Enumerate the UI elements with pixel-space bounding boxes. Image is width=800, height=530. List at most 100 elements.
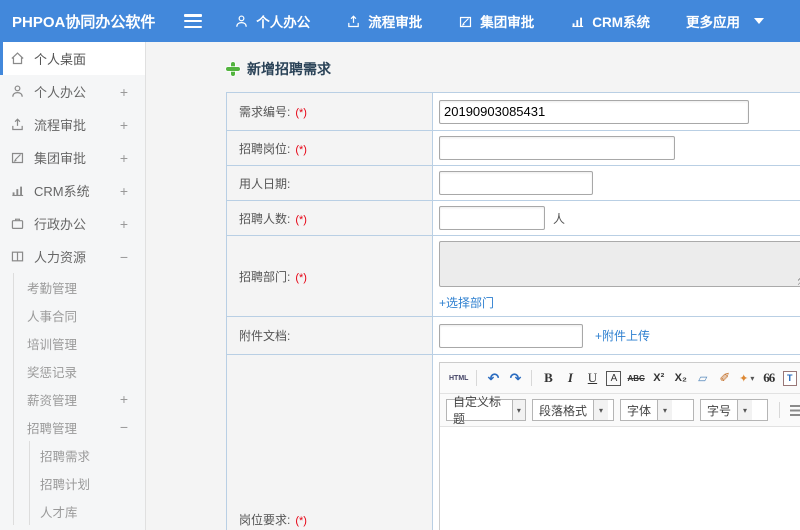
form-row-department: 招聘部门: (*) +选择部门 xyxy=(226,235,800,317)
expand-icon[interactable]: + xyxy=(120,216,128,232)
recruit-demand-form: 需求编号:(*) 招聘岗位:(*) 用人日期: 招聘人数:(*) 人 招聘部门:… xyxy=(226,92,800,530)
select-department-link[interactable]: +选择部门 xyxy=(439,296,494,310)
headcount-input[interactable] xyxy=(439,206,545,230)
paragraph-format-select[interactable]: 段落格式 ▾ xyxy=(532,399,614,421)
form-row-count: 招聘人数: (*) 人 xyxy=(226,200,800,236)
briefcase-icon xyxy=(10,216,25,231)
superscript-button[interactable]: X² xyxy=(651,369,667,387)
form-row-requirement: 岗位要求: (*) HTML ↶ ↷ B I U A ABC X² X₂ ▱ ✐… xyxy=(226,354,800,530)
hamburger-menu-icon[interactable] xyxy=(184,14,203,28)
attachment-input[interactable] xyxy=(439,323,583,348)
undo-icon[interactable]: ↶ xyxy=(485,369,501,387)
chart-icon xyxy=(570,14,585,29)
topnav-more-apps[interactable]: 更多应用 xyxy=(686,11,764,31)
app-logo: PHPOA协同办公软件 xyxy=(12,13,156,31)
hire-date-input[interactable] xyxy=(439,171,593,195)
person-icon xyxy=(234,14,249,29)
editor-toolbar-row2: 自定义标题 ▾ 段落格式 ▾ 字体 ▾ 字号 ▾ xyxy=(440,394,800,427)
demand-code-input[interactable] xyxy=(439,99,749,124)
toolbar-separator xyxy=(531,370,533,386)
required-mark: (*) xyxy=(295,515,307,527)
caret-down-icon: ▾ xyxy=(750,373,755,383)
edit-icon xyxy=(10,150,25,165)
department-textarea[interactable] xyxy=(439,241,800,287)
html-source-button[interactable]: HTML xyxy=(449,369,468,387)
form-row-attachment: 附件文档: +附件上传 xyxy=(226,316,800,355)
redo-icon[interactable]: ↷ xyxy=(507,369,523,387)
caret-down-icon: ▾ xyxy=(737,400,753,420)
app-window: PHPOA协同办公软件 个人办公 流程审批 集团审批 CRM系统 更多应用 个人… xyxy=(0,0,800,530)
collapse-icon[interactable]: − xyxy=(120,249,128,265)
sidebar-item-group-approval[interactable]: 集团审批 + xyxy=(0,141,145,174)
toolbar-separator xyxy=(779,402,780,418)
caret-down-icon xyxy=(754,18,764,24)
expand-icon[interactable]: + xyxy=(120,183,128,199)
expand-icon[interactable]: + xyxy=(120,391,128,407)
collapse-icon[interactable]: − xyxy=(120,419,128,435)
expand-icon[interactable]: + xyxy=(120,117,128,133)
format-painter-button[interactable]: ✦ ▾ xyxy=(739,369,755,387)
caret-down-icon: ▾ xyxy=(511,400,525,420)
sidebar-item-personal-desktop[interactable]: 个人桌面 xyxy=(0,42,145,75)
attachment-upload-link[interactable]: +附件上传 xyxy=(595,329,650,343)
required-mark: (*) xyxy=(295,271,307,284)
headcount-unit: 人 xyxy=(553,211,566,226)
caret-down-icon: ▾ xyxy=(593,400,609,420)
paintbrush-icon[interactable]: ✐ xyxy=(717,369,733,387)
editor-toolbar-row1: HTML ↶ ↷ B I U A ABC X² X₂ ▱ ✐ ✦ ▾ 66 T xyxy=(440,363,800,394)
sidebar-item-talent-pool[interactable]: 人才库 xyxy=(30,497,145,525)
italic-button[interactable]: I xyxy=(562,369,578,387)
caret-down-icon: ▾ xyxy=(657,400,673,420)
subscript-button[interactable]: X₂ xyxy=(673,369,689,387)
align-left-icon[interactable] xyxy=(790,404,800,416)
topnav-personal-office[interactable]: 个人办公 xyxy=(234,11,310,31)
topnav-workflow-approval[interactable]: 流程审批 xyxy=(346,11,422,31)
recruitment-submenu: 招聘需求 招聘计划 人才库 xyxy=(29,441,145,525)
custom-title-select[interactable]: 自定义标题 ▾ xyxy=(446,395,526,426)
home-icon xyxy=(10,51,25,66)
expand-icon[interactable]: + xyxy=(120,84,128,100)
font-border-button[interactable]: A xyxy=(606,370,622,386)
flow-icon xyxy=(10,117,25,132)
required-mark: (*) xyxy=(295,107,307,119)
sidebar-item-recruit-demand[interactable]: 招聘需求 xyxy=(30,441,145,469)
sidebar-item-administration[interactable]: 行政办公 + xyxy=(0,207,145,240)
expand-icon[interactable]: + xyxy=(120,150,128,166)
sidebar-item-recruit-plan[interactable]: 招聘计划 xyxy=(30,469,145,497)
bold-button[interactable]: B xyxy=(540,369,556,387)
edit-icon xyxy=(458,14,473,29)
sidebar-item-attendance[interactable]: 考勤管理 xyxy=(14,273,145,301)
sidebar-item-crm-system[interactable]: CRM系统 + xyxy=(0,174,145,207)
position-input[interactable] xyxy=(439,136,675,160)
hr-submenu: 考勤管理 人事合同 培训管理 奖惩记录 薪资管理 + 招聘管理 − 招聘需求 招聘计… xyxy=(13,273,145,525)
font-size-select[interactable]: 字号 ▾ xyxy=(700,399,768,421)
sidebar-item-human-resources[interactable]: 人力资源 − xyxy=(0,240,145,273)
font-family-select[interactable]: 字体 ▾ xyxy=(620,399,694,421)
underline-button[interactable]: U xyxy=(584,369,600,387)
sidebar-item-personal-office[interactable]: 个人办公 + xyxy=(0,75,145,108)
sidebar-item-recruitment[interactable]: 招聘管理 − xyxy=(14,413,145,441)
book-icon xyxy=(10,249,25,264)
top-nav: 个人办公 流程审批 集团审批 CRM系统 更多应用 xyxy=(234,11,800,31)
top-bar: PHPOA协同办公软件 个人办公 流程审批 集团审批 CRM系统 更多应用 xyxy=(0,0,800,42)
person-icon xyxy=(10,84,25,99)
sidebar-item-training[interactable]: 培训管理 xyxy=(14,329,145,357)
toolbar-separator xyxy=(476,370,478,386)
eraser-icon[interactable]: ▱ xyxy=(695,369,711,387)
blockquote-button[interactable]: 66 xyxy=(761,369,777,387)
main-content: 新增招聘需求 需求编号:(*) 招聘岗位:(*) 用人日期: 招聘人数:(*) … xyxy=(146,42,800,530)
sidebar-item-hr-contract[interactable]: 人事合同 xyxy=(14,301,145,329)
sidebar-item-workflow-approval[interactable]: 流程审批 + xyxy=(0,108,145,141)
form-row-date: 用人日期: xyxy=(226,165,800,201)
editor-content-area[interactable] xyxy=(440,427,800,530)
form-row-code: 需求编号: (*) xyxy=(226,92,800,131)
topnav-crm-system[interactable]: CRM系统 xyxy=(570,11,650,31)
paste-text-button[interactable]: T xyxy=(782,370,797,386)
sidebar-item-salary[interactable]: 薪资管理 + xyxy=(14,385,145,413)
required-mark: (*) xyxy=(295,143,307,156)
strikethrough-button[interactable]: ABC xyxy=(627,369,644,387)
format-painter-icon: ✦ xyxy=(739,372,749,385)
required-mark: (*) xyxy=(295,213,307,226)
sidebar-item-reward-punishment[interactable]: 奖惩记录 xyxy=(14,357,145,385)
topnav-group-approval[interactable]: 集团审批 xyxy=(458,11,534,31)
